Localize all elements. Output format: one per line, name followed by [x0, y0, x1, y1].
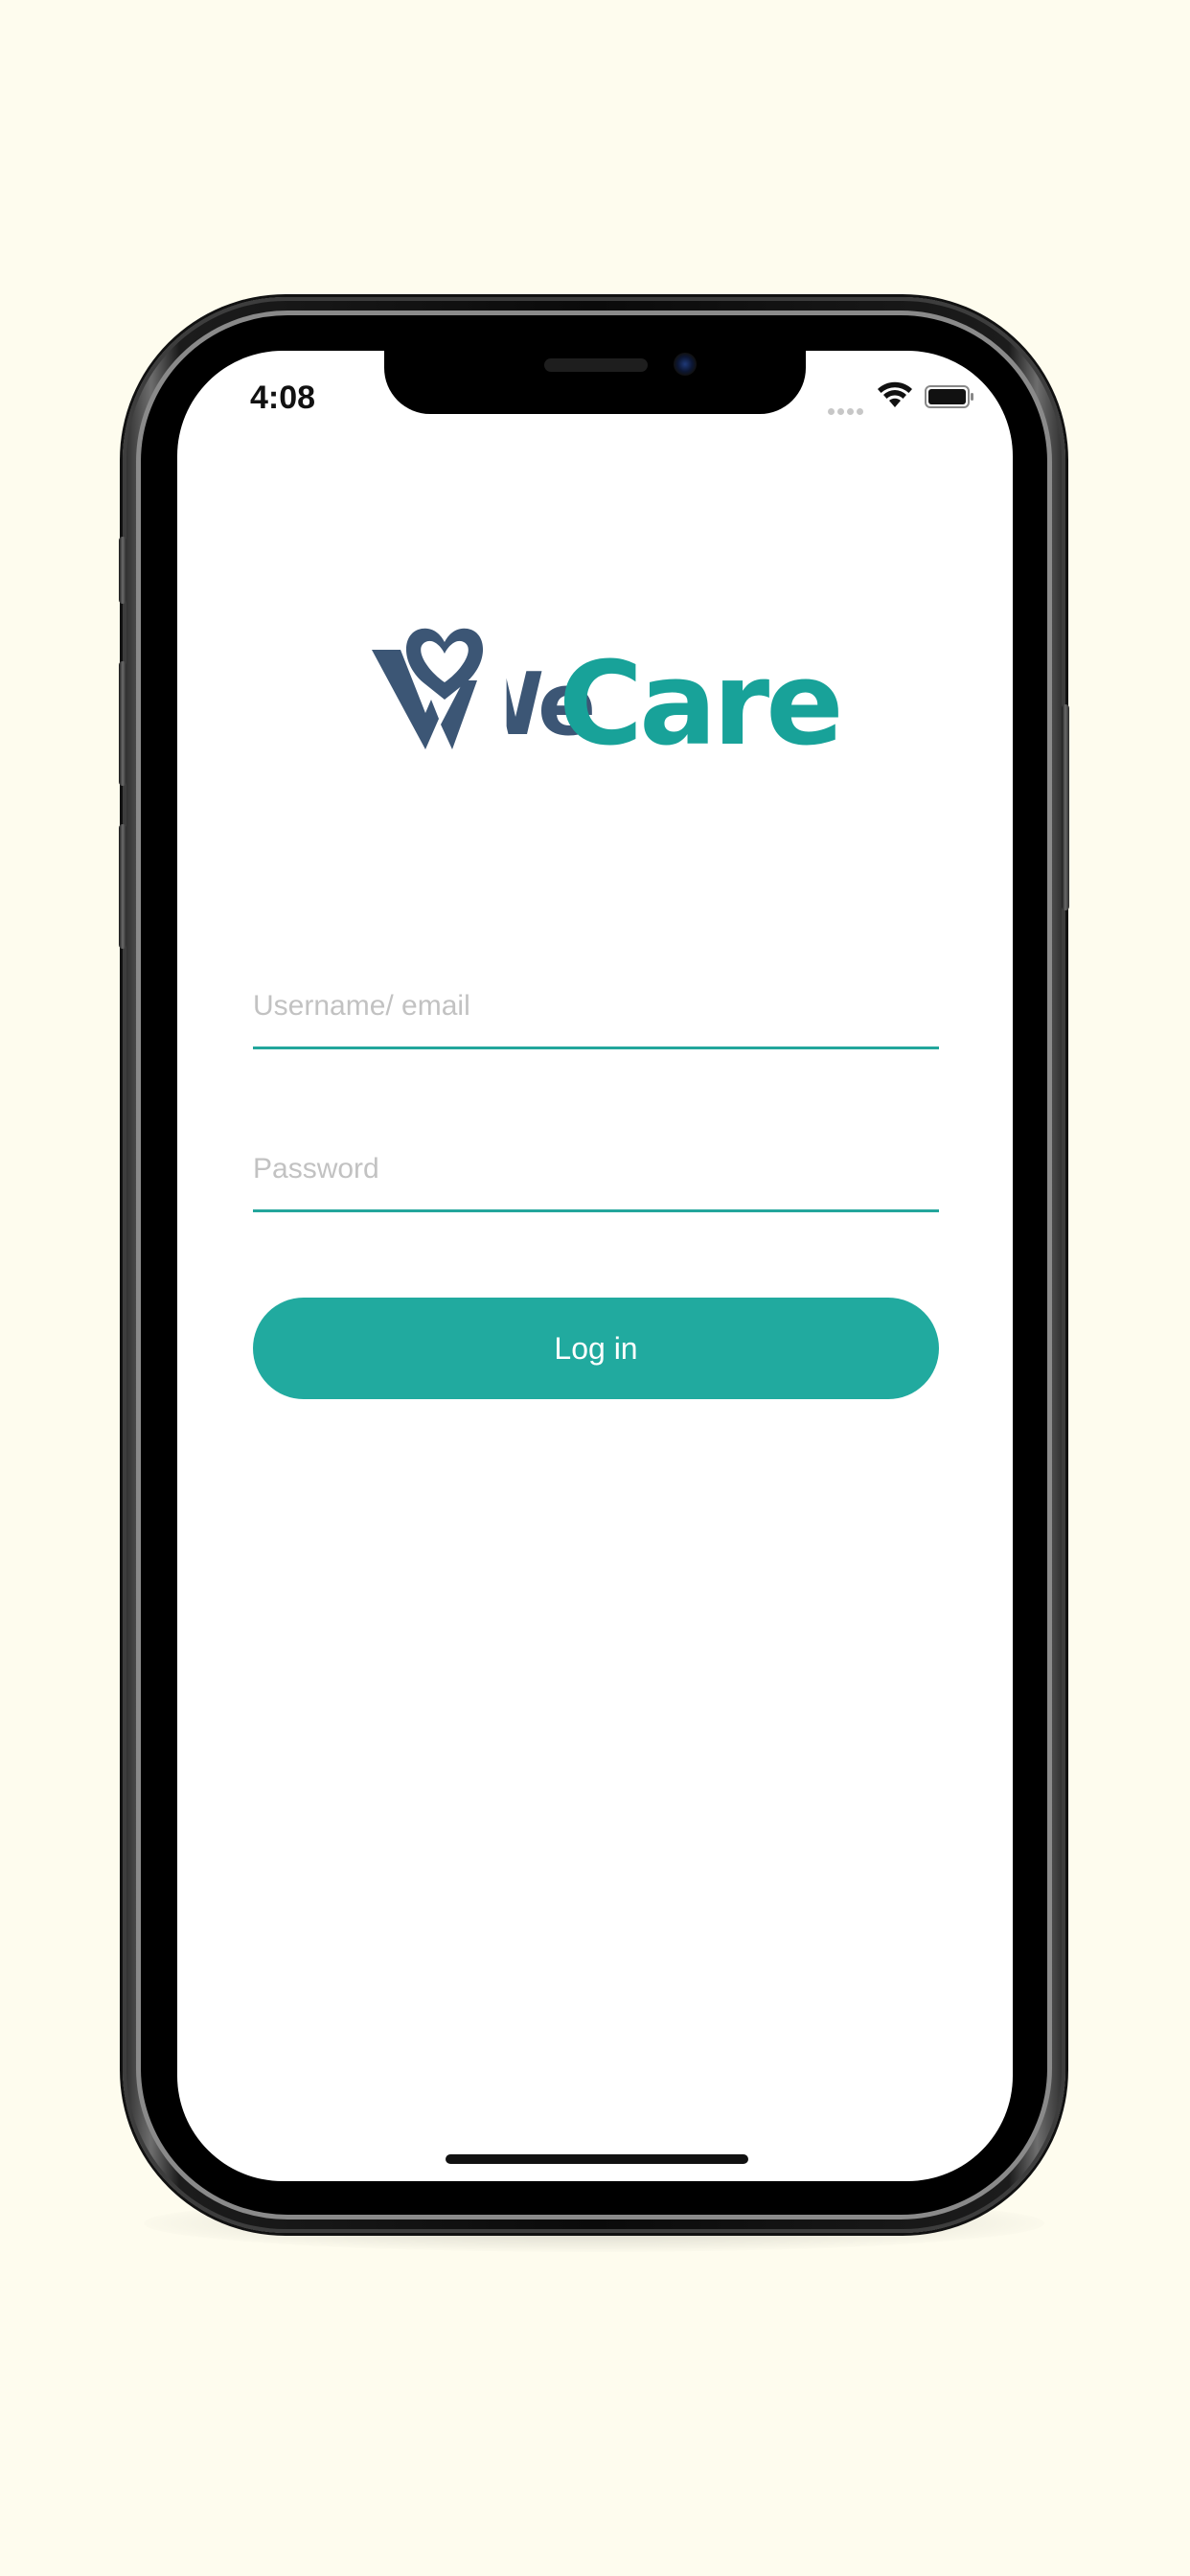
notch [384, 351, 806, 414]
mute-switch [119, 537, 126, 604]
status-time: 4:08 [250, 380, 316, 416]
front-camera [674, 353, 697, 376]
wifi-icon [878, 381, 912, 407]
phone-screen: 4:08 We Care Log in [177, 351, 1013, 2181]
username-underline [253, 1046, 939, 1049]
battery-icon [925, 385, 973, 408]
username-input[interactable] [253, 966, 939, 1046]
heart-check-mark [372, 628, 484, 749]
volume-down-button [119, 824, 126, 949]
logo-text-care: Care [559, 638, 844, 771]
login-button[interactable]: Log in [253, 1298, 939, 1399]
home-indicator [446, 2154, 748, 2164]
username-field [253, 966, 939, 1052]
password-underline [253, 1209, 939, 1212]
volume-up-button [119, 661, 126, 786]
password-input[interactable] [253, 1129, 939, 1209]
power-button [1062, 704, 1069, 910]
password-field [253, 1129, 939, 1215]
earpiece-speaker [544, 358, 648, 372]
signal-dots-icon [828, 402, 866, 415]
